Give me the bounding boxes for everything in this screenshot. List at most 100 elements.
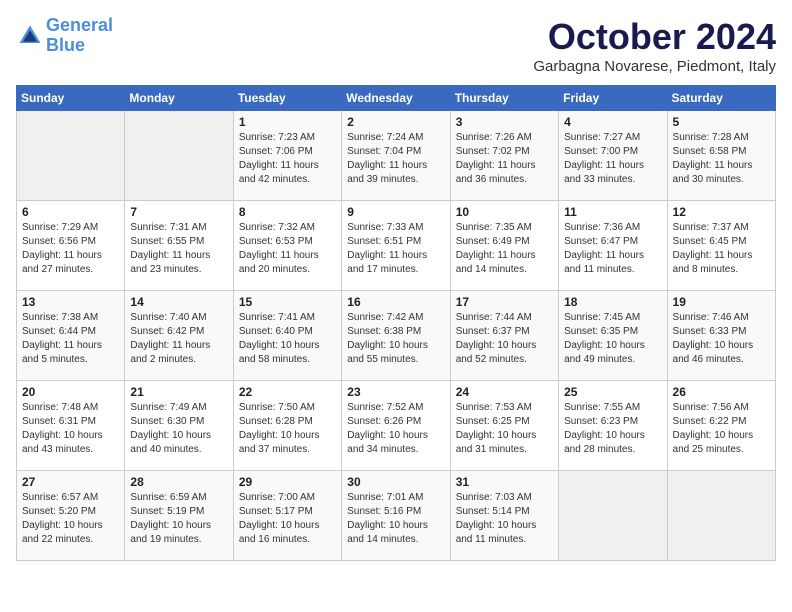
calendar-cell: 31Sunrise: 7:03 AM Sunset: 5:14 PM Dayli…: [450, 471, 558, 561]
cell-info: Sunrise: 7:29 AM Sunset: 6:56 PM Dayligh…: [22, 221, 119, 277]
calendar-cell: 5 Sunrise: 7:28 AM Sunset: 6:58 PM Daylig…: [667, 111, 775, 201]
calendar-cell: 3 Sunrise: 7:26 AM Sunset: 7:02 PM Daylig…: [450, 111, 558, 201]
calendar-header-row: SundayMondayTuesdayWednesdayThursdayFrid…: [17, 86, 776, 111]
cell-info: Sunrise: 7:37 AM Sunset: 6:45 PM Dayligh…: [673, 221, 770, 277]
logo-text: General Blue: [46, 16, 113, 56]
day-number: 10: [456, 205, 553, 219]
day-number: 5: [673, 115, 770, 129]
day-number: 6: [22, 205, 119, 219]
cell-info: Sunrise: 7:38 AM Sunset: 6:44 PM Dayligh…: [22, 311, 119, 367]
calendar-cell: 28Sunrise: 6:59 AM Sunset: 5:19 PM Dayli…: [125, 471, 233, 561]
calendar-cell: 26 Sunrise: 7:56 AM Sunset: 6:22 PM Dayli…: [667, 381, 775, 471]
day-number: 13: [22, 295, 119, 309]
calendar-cell: 21 Sunrise: 7:49 AM Sunset: 6:30 PM Dayli…: [125, 381, 233, 471]
calendar-cell: 13 Sunrise: 7:38 AM Sunset: 6:44 PM Dayli…: [17, 291, 125, 381]
calendar-week-row: 1 Sunrise: 7:23 AM Sunset: 7:06 PM Daylig…: [17, 111, 776, 201]
calendar-cell: 10 Sunrise: 7:35 AM Sunset: 6:49 PM Dayli…: [450, 201, 558, 291]
calendar-cell: 29Sunrise: 7:00 AM Sunset: 5:17 PM Dayli…: [233, 471, 341, 561]
cell-info: Sunrise: 7:23 AM Sunset: 7:06 PM Dayligh…: [239, 131, 336, 187]
day-number: 30: [347, 475, 444, 489]
calendar-cell: 14 Sunrise: 7:40 AM Sunset: 6:42 PM Dayli…: [125, 291, 233, 381]
cell-info: Sunrise: 7:50 AM Sunset: 6:28 PM Dayligh…: [239, 401, 336, 457]
cell-info: Sunrise: 7:41 AM Sunset: 6:40 PM Dayligh…: [239, 311, 336, 367]
day-number: 14: [130, 295, 227, 309]
cell-info: Sunrise: 7:44 AM Sunset: 6:37 PM Dayligh…: [456, 311, 553, 367]
day-number: 7: [130, 205, 227, 219]
calendar-cell: [125, 111, 233, 201]
calendar-cell: 17 Sunrise: 7:44 AM Sunset: 6:37 PM Dayli…: [450, 291, 558, 381]
calendar-cell: 24 Sunrise: 7:53 AM Sunset: 6:25 PM Dayli…: [450, 381, 558, 471]
calendar-cell: 22 Sunrise: 7:50 AM Sunset: 6:28 PM Dayli…: [233, 381, 341, 471]
calendar-cell: 16Sunrise: 7:42 AM Sunset: 6:38 PM Dayli…: [342, 291, 450, 381]
cell-info: Sunrise: 7:27 AM Sunset: 7:00 PM Dayligh…: [564, 131, 661, 187]
location-subtitle: Garbagna Novarese, Piedmont, Italy: [533, 58, 776, 75]
cell-info: Sunrise: 7:24 AM Sunset: 7:04 PM Dayligh…: [347, 131, 444, 187]
day-number: 17: [456, 295, 553, 309]
calendar-cell: 18 Sunrise: 7:45 AM Sunset: 6:35 PM Dayli…: [559, 291, 667, 381]
day-number: 9: [347, 205, 444, 219]
day-number: 21: [130, 385, 227, 399]
day-header-tuesday: Tuesday: [233, 86, 341, 111]
cell-info: Sunrise: 6:59 AM Sunset: 5:19 PM Dayligh…: [130, 491, 227, 547]
cell-info: Sunrise: 7:32 AM Sunset: 6:53 PM Dayligh…: [239, 221, 336, 277]
day-header-friday: Friday: [559, 86, 667, 111]
day-number: 18: [564, 295, 661, 309]
calendar-cell: [17, 111, 125, 201]
cell-info: Sunrise: 7:28 AM Sunset: 6:58 PM Dayligh…: [673, 131, 770, 187]
cell-info: Sunrise: 7:48 AM Sunset: 6:31 PM Dayligh…: [22, 401, 119, 457]
logo: General Blue: [16, 16, 113, 56]
cell-info: Sunrise: 7:26 AM Sunset: 7:02 PM Dayligh…: [456, 131, 553, 187]
calendar-cell: 19Sunrise: 7:46 AM Sunset: 6:33 PM Dayli…: [667, 291, 775, 381]
calendar-week-row: 20Sunrise: 7:48 AM Sunset: 6:31 PM Dayli…: [17, 381, 776, 471]
day-number: 11: [564, 205, 661, 219]
calendar-cell: 8 Sunrise: 7:32 AM Sunset: 6:53 PM Daylig…: [233, 201, 341, 291]
calendar-cell: 4Sunrise: 7:27 AM Sunset: 7:00 PM Daylig…: [559, 111, 667, 201]
day-number: 24: [456, 385, 553, 399]
calendar-cell: 2 Sunrise: 7:24 AM Sunset: 7:04 PM Daylig…: [342, 111, 450, 201]
cell-info: Sunrise: 7:01 AM Sunset: 5:16 PM Dayligh…: [347, 491, 444, 547]
month-title: October 2024: [533, 16, 776, 58]
cell-info: Sunrise: 6:57 AM Sunset: 5:20 PM Dayligh…: [22, 491, 119, 547]
calendar-week-row: 27 Sunrise: 6:57 AM Sunset: 5:20 PM Dayli…: [17, 471, 776, 561]
calendar-cell: 6 Sunrise: 7:29 AM Sunset: 6:56 PM Daylig…: [17, 201, 125, 291]
cell-info: Sunrise: 7:55 AM Sunset: 6:23 PM Dayligh…: [564, 401, 661, 457]
calendar-cell: 1 Sunrise: 7:23 AM Sunset: 7:06 PM Daylig…: [233, 111, 341, 201]
cell-info: Sunrise: 7:00 AM Sunset: 5:17 PM Dayligh…: [239, 491, 336, 547]
cell-info: Sunrise: 7:40 AM Sunset: 6:42 PM Dayligh…: [130, 311, 227, 367]
calendar-cell: 20Sunrise: 7:48 AM Sunset: 6:31 PM Dayli…: [17, 381, 125, 471]
cell-info: Sunrise: 7:49 AM Sunset: 6:30 PM Dayligh…: [130, 401, 227, 457]
calendar-cell: [667, 471, 775, 561]
day-header-saturday: Saturday: [667, 86, 775, 111]
calendar-cell: 15 Sunrise: 7:41 AM Sunset: 6:40 PM Dayli…: [233, 291, 341, 381]
calendar-cell: 25Sunrise: 7:55 AM Sunset: 6:23 PM Dayli…: [559, 381, 667, 471]
title-block: October 2024 Garbagna Novarese, Piedmont…: [533, 16, 776, 75]
day-number: 27: [22, 475, 119, 489]
cell-info: Sunrise: 7:53 AM Sunset: 6:25 PM Dayligh…: [456, 401, 553, 457]
day-number: 12: [673, 205, 770, 219]
day-number: 1: [239, 115, 336, 129]
calendar-table: SundayMondayTuesdayWednesdayThursdayFrid…: [16, 85, 776, 561]
calendar-cell: 11Sunrise: 7:36 AM Sunset: 6:47 PM Dayli…: [559, 201, 667, 291]
cell-info: Sunrise: 7:45 AM Sunset: 6:35 PM Dayligh…: [564, 311, 661, 367]
day-number: 26: [673, 385, 770, 399]
day-number: 2: [347, 115, 444, 129]
day-number: 22: [239, 385, 336, 399]
day-number: 3: [456, 115, 553, 129]
day-header-thursday: Thursday: [450, 86, 558, 111]
day-header-wednesday: Wednesday: [342, 86, 450, 111]
calendar-cell: 9Sunrise: 7:33 AM Sunset: 6:51 PM Daylig…: [342, 201, 450, 291]
logo-icon: [16, 22, 44, 50]
calendar-cell: 27 Sunrise: 6:57 AM Sunset: 5:20 PM Dayli…: [17, 471, 125, 561]
day-number: 8: [239, 205, 336, 219]
cell-info: Sunrise: 7:03 AM Sunset: 5:14 PM Dayligh…: [456, 491, 553, 547]
day-header-sunday: Sunday: [17, 86, 125, 111]
cell-info: Sunrise: 7:56 AM Sunset: 6:22 PM Dayligh…: [673, 401, 770, 457]
calendar-cell: 23Sunrise: 7:52 AM Sunset: 6:26 PM Dayli…: [342, 381, 450, 471]
calendar-week-row: 13 Sunrise: 7:38 AM Sunset: 6:44 PM Dayli…: [17, 291, 776, 381]
day-header-monday: Monday: [125, 86, 233, 111]
calendar-cell: 12 Sunrise: 7:37 AM Sunset: 6:45 PM Dayli…: [667, 201, 775, 291]
day-number: 19: [673, 295, 770, 309]
day-number: 16: [347, 295, 444, 309]
cell-info: Sunrise: 7:35 AM Sunset: 6:49 PM Dayligh…: [456, 221, 553, 277]
day-number: 15: [239, 295, 336, 309]
